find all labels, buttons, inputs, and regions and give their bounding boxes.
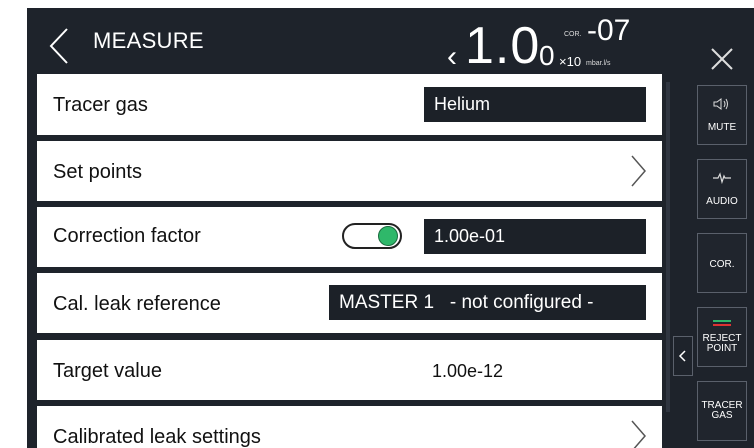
row-target-value: Target value 1.00e-12 (37, 340, 662, 400)
reading-multiplier: ×10 (559, 54, 582, 69)
row-label: Set points (53, 161, 142, 183)
reject-point-button[interactable]: REJECT POINT (697, 307, 747, 367)
scrollbar[interactable] (666, 82, 670, 412)
measure-screen: MEASURE ‹ 1.0 0 COR. -07 ×10 mbar.l/s Tr… (27, 8, 754, 448)
audio-button[interactable]: AUDIO (697, 159, 747, 219)
speaker-icon (698, 98, 746, 113)
audio-wave-icon (698, 172, 746, 187)
cal-leak-reference-select[interactable]: MASTER 1 - not configured - (329, 285, 646, 320)
cor-button[interactable]: COR. (697, 233, 747, 293)
correction-factor-input[interactable]: 1.00e-01 (424, 219, 646, 254)
cor-label: COR. (709, 259, 735, 270)
chevron-left-icon (49, 28, 68, 64)
back-button[interactable] (47, 26, 73, 66)
reading-cor-indicator: COR. (564, 31, 582, 38)
target-value: 1.00e-12 (432, 361, 504, 381)
reading-less-than: ‹ (447, 40, 457, 73)
tracer-gas-select[interactable]: Helium (424, 87, 646, 122)
panel-collapse-button[interactable] (673, 336, 693, 376)
row-calibrated-leak-settings[interactable]: Calibrated leak settings (37, 406, 662, 448)
reading-unit: mbar.l/s (586, 60, 611, 67)
reject-point-icon (698, 316, 746, 330)
chevron-right-icon (631, 420, 646, 448)
row-set-points[interactable]: Set points (37, 141, 662, 201)
reading-mantissa: 1.0 (465, 17, 541, 75)
row-label: Cal. leak reference (53, 293, 221, 315)
row-label: Calibrated leak settings (53, 426, 261, 448)
correction-factor-toggle[interactable] (342, 223, 402, 249)
leak-rate-reading: ‹ 1.0 0 COR. -07 ×10 mbar.l/s (437, 10, 677, 80)
row-correction-factor: Correction factor 1.00e-01 (37, 207, 662, 267)
toggle-knob (378, 226, 398, 246)
page-title: MEASURE (93, 28, 204, 53)
row-label: Target value (53, 360, 162, 382)
chevron-right-icon (631, 155, 646, 187)
mute-label: MUTE (707, 122, 737, 133)
close-icon (711, 48, 733, 70)
mute-button[interactable]: MUTE (697, 85, 747, 145)
row-label: Tracer gas (53, 94, 148, 116)
row-label: Correction factor (53, 225, 201, 247)
chevron-left-icon (678, 350, 686, 362)
tracer-gas-button[interactable]: TRACER GAS (697, 381, 747, 441)
close-button[interactable] (697, 20, 747, 80)
tracer-gas-label-2: GAS (711, 410, 733, 421)
row-cal-leak-reference: Cal. leak reference MASTER 1 - not confi… (37, 273, 662, 333)
reading-exponent: -07 (587, 14, 631, 47)
audio-label: AUDIO (706, 196, 738, 207)
reject-point-label-2: POINT (706, 343, 738, 354)
reading-last-digit: 0 (539, 40, 555, 71)
row-tracer-gas[interactable]: Tracer gas Helium (37, 74, 662, 135)
